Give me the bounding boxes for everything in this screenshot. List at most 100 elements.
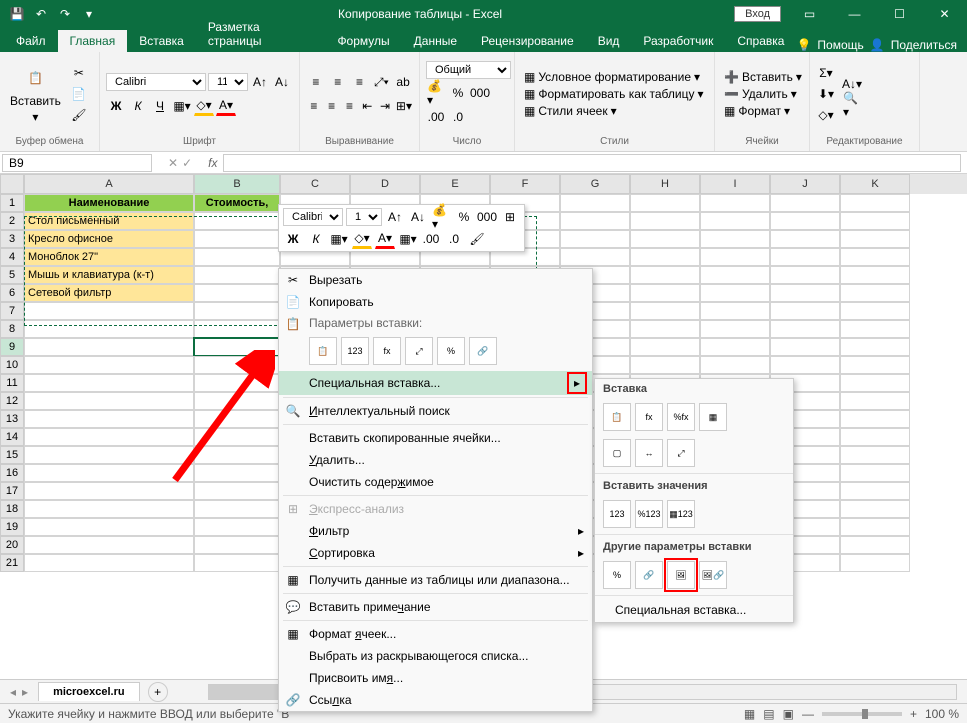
cell[interactable] (840, 338, 910, 356)
ctx-cut[interactable]: ✂Вырезать (279, 269, 592, 291)
cell[interactable] (560, 230, 630, 248)
row-header[interactable]: 13 (0, 410, 24, 428)
ctx-dropdown-list[interactable]: Выбрать из раскрывающегося списка... (279, 645, 592, 667)
cell[interactable] (24, 410, 194, 428)
cell[interactable]: Сетевой фильтр (24, 284, 194, 302)
accept-formula-icon[interactable]: ✓ (182, 156, 192, 170)
format-cells-button[interactable]: ▦Формат▾ (721, 103, 803, 119)
cell[interactable] (840, 410, 910, 428)
cell[interactable]: Мышь и клавиатура (к-т) (24, 266, 194, 284)
cell[interactable] (560, 194, 630, 212)
paste-all-icon[interactable]: 📋 (309, 337, 337, 365)
cell[interactable] (194, 230, 280, 248)
cell[interactable] (840, 482, 910, 500)
italic-button[interactable]: К (128, 96, 148, 116)
indent-dec-icon[interactable]: ⇤ (359, 96, 375, 116)
sub-paste-transpose-icon[interactable]: ⤢ (667, 439, 695, 467)
tab-insert[interactable]: Вставка (127, 30, 196, 52)
row-header[interactable]: 15 (0, 446, 24, 464)
ctx-paste-special[interactable]: Специальная вставка...▸ (279, 371, 592, 395)
cell[interactable] (770, 338, 840, 356)
cell[interactable] (194, 248, 280, 266)
tell-me-icon[interactable]: 💡 (796, 38, 811, 52)
tab-layout[interactable]: Разметка страницы (196, 16, 326, 52)
cell[interactable] (840, 536, 910, 554)
mini-bold-button[interactable]: Ж (283, 229, 303, 249)
qat-dropdown-icon[interactable]: ▾ (78, 3, 100, 25)
row-header[interactable]: 21 (0, 554, 24, 572)
mini-merge-icon[interactable]: ⊞ (500, 207, 520, 227)
ctx-delete[interactable]: Удалить... (279, 449, 592, 471)
cell[interactable] (560, 248, 630, 266)
cell[interactable]: Моноблок 27" (24, 248, 194, 266)
cell[interactable] (840, 500, 910, 518)
minimize-icon[interactable]: — (832, 0, 877, 28)
col-header[interactable]: C (280, 174, 350, 194)
paste-formatting-icon[interactable]: % (437, 337, 465, 365)
cell[interactable] (770, 320, 840, 338)
tab-data[interactable]: Данные (402, 30, 469, 52)
mini-grow-font-icon[interactable]: A↑ (385, 207, 405, 227)
row-header[interactable]: 14 (0, 428, 24, 446)
row-header[interactable]: 7 (0, 302, 24, 320)
cell[interactable] (24, 446, 194, 464)
tell-me-label[interactable]: Помощь (817, 38, 863, 52)
sub-paste-special-dialog[interactable]: Специальная вставка... (595, 598, 793, 622)
col-header[interactable]: K (840, 174, 910, 194)
align-left-icon[interactable]: ≡ (306, 96, 322, 116)
cell[interactable] (194, 428, 280, 446)
sub-picture-icon[interactable]: 🖼 (667, 561, 695, 589)
cell[interactable] (194, 320, 280, 338)
col-header[interactable]: A (24, 174, 194, 194)
percent-icon[interactable]: % (448, 83, 468, 103)
mini-dec-dec-icon[interactable]: .0 (444, 229, 464, 249)
cell[interactable] (194, 554, 280, 572)
cell[interactable] (770, 302, 840, 320)
share-icon[interactable]: 👤 (870, 38, 885, 52)
wrap-text-icon[interactable]: ab (393, 72, 413, 92)
cell[interactable] (630, 338, 700, 356)
cell[interactable] (840, 194, 910, 212)
cell[interactable] (700, 338, 770, 356)
login-button[interactable]: Вход (734, 6, 781, 22)
cell[interactable] (840, 554, 910, 572)
cell[interactable] (24, 302, 194, 320)
format-painter-icon[interactable]: 🖌 (69, 105, 89, 125)
cell[interactable] (770, 266, 840, 284)
cell[interactable] (194, 392, 280, 410)
cell[interactable] (194, 518, 280, 536)
formula-bar[interactable] (223, 154, 961, 172)
cell[interactable] (24, 320, 194, 338)
cell[interactable]: Стоимость, (194, 194, 280, 212)
cell[interactable] (194, 302, 280, 320)
inc-decimal-icon[interactable]: .00 (426, 107, 446, 127)
tab-file[interactable]: Файл (4, 30, 58, 52)
row-header[interactable]: 8 (0, 320, 24, 338)
zoom-slider[interactable] (822, 712, 902, 716)
autosum-icon[interactable]: Σ▾ (816, 63, 836, 83)
mini-fill-color-icon[interactable]: ◇▾ (352, 229, 372, 249)
cell[interactable] (840, 266, 910, 284)
cell-styles-button[interactable]: ▦Стили ячеек▾ (521, 103, 708, 119)
mini-comma-icon[interactable]: 000 (477, 207, 497, 227)
add-sheet-button[interactable]: + (148, 682, 168, 702)
cell[interactable] (194, 446, 280, 464)
cell[interactable] (194, 284, 280, 302)
row-header[interactable]: 1 (0, 194, 24, 212)
sub-link-icon[interactable]: 🔗 (635, 561, 663, 589)
ctx-link[interactable]: 🔗Ссылка (279, 689, 592, 711)
tab-review[interactable]: Рецензирование (469, 30, 586, 52)
mini-percent-icon[interactable]: % (454, 207, 474, 227)
row-header[interactable]: 12 (0, 392, 24, 410)
mini-italic-button[interactable]: К (306, 229, 326, 249)
find-select-icon[interactable]: 🔍▾ (842, 95, 862, 115)
row-header[interactable]: 18 (0, 500, 24, 518)
cell[interactable] (560, 212, 630, 230)
cell[interactable] (770, 194, 840, 212)
cell[interactable] (840, 302, 910, 320)
mini-currency-icon[interactable]: 💰▾ (431, 207, 451, 227)
cell[interactable] (700, 212, 770, 230)
cell[interactable] (630, 248, 700, 266)
cell[interactable] (700, 248, 770, 266)
cell[interactable] (194, 410, 280, 428)
